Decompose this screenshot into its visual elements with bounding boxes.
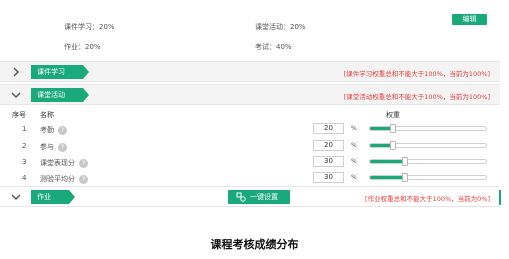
slider-handle[interactable] — [401, 173, 408, 182]
section-courseware-warning: [课件学习权重总和不能大于100%，当前为100%] — [343, 70, 490, 78]
weight-slider[interactable] — [369, 157, 487, 166]
weight-slider[interactable] — [369, 141, 487, 150]
table-row: 4 测验平均分? 30 % — [0, 172, 500, 186]
summary-exam: 考试：40% — [255, 43, 292, 51]
slider-fill — [370, 160, 405, 163]
section-homework-header[interactable]: 作业 一键设置 [作业权重总和不能大于100%，当前为0%] — [0, 186, 501, 207]
accent-bar — [499, 190, 501, 205]
section-courseware-header[interactable]: 课件学习 [课件学习权重总和不能大于100%，当前为100%] — [0, 61, 500, 82]
table-row: 1 考勤? 20 % — [0, 123, 500, 137]
weight-input[interactable]: 20 — [313, 123, 344, 134]
chevron-down-icon[interactable] — [10, 191, 22, 203]
percent-unit: % — [351, 142, 357, 149]
summary-homework: 作业：20% — [64, 43, 101, 51]
row-index: 1 — [22, 125, 27, 133]
slider-handle[interactable] — [390, 124, 397, 133]
settings-icon — [236, 192, 246, 202]
table-row: 2 参与? 20 % — [0, 140, 500, 154]
header-weight: 权重 — [386, 111, 400, 119]
header-name: 名称 — [40, 111, 54, 119]
section-homework-label: 作业 — [31, 190, 75, 204]
row-index: 2 — [22, 142, 27, 150]
weight-input[interactable]: 20 — [313, 140, 344, 151]
activity-table-header: 序号 名称 权重 — [0, 106, 500, 120]
row-name: 课堂表现分? — [40, 158, 88, 168]
percent-unit: % — [351, 158, 357, 165]
slider-handle[interactable] — [390, 141, 397, 150]
edit-button[interactable]: 编辑 — [452, 14, 487, 25]
percent-unit: % — [351, 174, 357, 181]
weight-slider[interactable] — [369, 124, 487, 133]
one-click-setup-label: 一键设置 — [250, 193, 278, 201]
row-index: 4 — [22, 174, 27, 182]
help-icon[interactable]: ? — [79, 158, 88, 168]
section-homework-warning: [作业权重总和不能大于100%，当前为0%] — [365, 195, 490, 203]
slider-fill — [370, 176, 405, 179]
chevron-right-icon[interactable] — [10, 66, 22, 78]
help-icon[interactable]: ? — [79, 174, 88, 184]
help-icon[interactable]: ? — [58, 142, 67, 152]
percent-unit: % — [351, 125, 357, 132]
row-name: 参与? — [40, 142, 67, 152]
help-icon[interactable]: ? — [58, 125, 67, 135]
figure-caption: 课程考核成绩分布 — [210, 238, 299, 251]
weight-summary-panel: 课件学习：20% 课堂活动：20% 作业：20% 考试：40% 编辑 — [0, 0, 500, 60]
summary-courseware: 课件学习：20% — [64, 23, 115, 31]
weight-input[interactable]: 30 — [313, 172, 344, 183]
table-row: 3 课堂表现分? 30 % — [0, 156, 500, 170]
row-name: 测验平均分? — [40, 174, 88, 184]
section-classroom-header[interactable]: 课堂活动 [课堂活动权重总和不能大于100%，当前为100%] — [0, 84, 500, 105]
section-classroom-warning: [课堂活动权重总和不能大于100%，当前为100%] — [343, 93, 490, 101]
row-index: 3 — [22, 158, 27, 166]
slider-handle[interactable] — [401, 157, 408, 166]
section-classroom-label: 课堂活动 — [31, 88, 89, 102]
chevron-down-icon[interactable] — [10, 89, 22, 101]
weight-slider[interactable] — [369, 173, 487, 182]
row-name: 考勤? — [40, 125, 67, 135]
section-courseware-label: 课件学习 — [31, 65, 89, 79]
one-click-setup-button[interactable]: 一键设置 — [228, 190, 290, 204]
weight-input[interactable]: 30 — [313, 156, 344, 167]
summary-classroom: 课堂活动：20% — [255, 23, 306, 31]
header-index: 序号 — [12, 111, 26, 119]
